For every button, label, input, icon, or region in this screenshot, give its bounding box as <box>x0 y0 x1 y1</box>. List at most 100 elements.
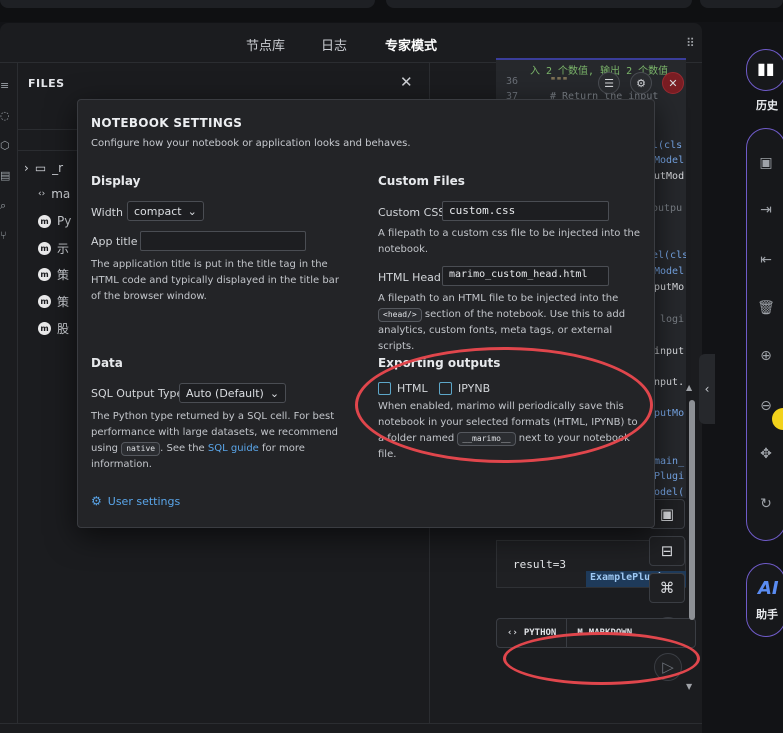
nav-expert-mode[interactable]: 专家模式 <box>385 35 437 54</box>
add-python-cell-button[interactable]: ‹› PYTHON <box>497 619 568 647</box>
file-name: Py <box>57 214 72 228</box>
code-fragment: nput. <box>654 377 685 388</box>
dialog-title: NOTEBOOK SETTINGS <box>91 116 243 130</box>
files-icon[interactable]: ≡ <box>0 79 12 92</box>
file-row[interactable]: m股 <box>38 317 69 339</box>
tools-pill <box>746 128 783 541</box>
chevron-right-icon: › <box>24 161 29 175</box>
refresh-icon[interactable]: ↻ <box>756 496 776 512</box>
file-row[interactable]: › ▭ _r <box>24 157 63 179</box>
marimo-icon: m <box>38 321 51 335</box>
files-title: FILES <box>28 77 65 90</box>
exporting-description: When enabled, marimo will periodically s… <box>378 399 644 463</box>
chevron-down-icon: ⌄ <box>269 386 280 400</box>
right-dock: ▮▮ 历史 ▣ ⇥ ⇤ 🗑 ⊕ ⊖ ✥ ↻ AI 助手 <box>720 30 783 733</box>
export-html-option[interactable]: HTML <box>378 382 428 395</box>
collapse-panel-button[interactable]: ‹ <box>699 354 715 424</box>
package-icon[interactable]: ⬡ <box>0 139 12 152</box>
data-heading: Data <box>91 356 123 370</box>
gear-icon[interactable]: ⚙ <box>630 72 652 94</box>
code-icon: ‹› <box>507 628 518 638</box>
app-title-input[interactable] <box>140 231 306 251</box>
history-label[interactable]: 历史 <box>756 97 778 113</box>
menu-icon[interactable]: ☰ <box>598 72 620 94</box>
file-row[interactable]: m Py <box>38 210 71 232</box>
scroll-down-icon[interactable]: ▼ <box>686 682 692 691</box>
width-label: Width <box>91 206 123 219</box>
sql-desc-text: . See the <box>160 443 205 454</box>
close-icon[interactable]: ✕ <box>400 73 413 91</box>
history-pill[interactable]: ▮▮ <box>746 49 783 91</box>
custom-css-input[interactable]: custom.css <box>442 201 609 221</box>
trash-icon[interactable]: 🗑 <box>756 300 776 316</box>
html-checkbox[interactable] <box>378 382 391 395</box>
top-tab-pill[interactable] <box>386 0 692 8</box>
left-rail: ≡ ◌ ⬡ ▤ ⌕ ⑂ <box>0 63 18 723</box>
html-head-input[interactable]: marimo_custom_head.html <box>442 266 609 286</box>
command-icon[interactable]: ⌘ <box>649 573 685 603</box>
native-code-tag: native <box>121 442 161 456</box>
file-name: 股 <box>57 321 70 336</box>
code-fragment: input <box>654 346 685 357</box>
chevron-down-icon: ⌄ <box>187 204 197 218</box>
file-name: ma <box>51 187 71 201</box>
top-tab-pill[interactable] <box>0 0 375 8</box>
search-icon[interactable]: ⌕ <box>0 199 12 213</box>
variables-icon[interactable]: ◌ <box>0 109 12 122</box>
code-fragment: odel( <box>654 487 685 498</box>
import-icon[interactable]: ⇤ <box>756 252 776 268</box>
notebook-settings-dialog: NOTEBOOK SETTINGS Configure how your not… <box>77 99 655 528</box>
add-markdown-label: MARKDOWN <box>588 628 633 638</box>
zoom-out-icon[interactable]: ⊖ <box>756 398 776 414</box>
add-markdown-cell-button[interactable]: M MARKDOWN <box>567 619 659 647</box>
file-row[interactable]: ‹› ma <box>38 183 70 205</box>
export-icon[interactable]: ⇥ <box>756 202 776 218</box>
dependencies-icon[interactable]: ⑂ <box>0 229 12 242</box>
code-fragment: utMod <box>654 171 685 182</box>
document-icon[interactable]: ▤ <box>0 169 12 182</box>
custom-css-label: Custom CSS <box>378 206 446 219</box>
display-heading: Display <box>91 174 141 188</box>
file-row[interactable]: m策 <box>38 290 69 312</box>
top-tab-pill[interactable] <box>700 0 783 8</box>
file-row[interactable]: m策 <box>38 263 69 285</box>
app-title-description: The application title is put in the titl… <box>91 259 339 302</box>
layout-icon[interactable]: ⊟ <box>649 536 685 566</box>
width-select[interactable]: compact ⌄ <box>127 201 204 221</box>
export-ipynb-option[interactable]: IPYNB <box>439 382 490 395</box>
sql-output-value: Auto (Default) <box>186 386 264 400</box>
dialog-subtitle: Configure how your notebook or applicati… <box>91 138 411 149</box>
top-strip <box>0 0 783 22</box>
file-row[interactable]: m示 <box>38 237 69 259</box>
gear-icon: ⚙ <box>91 494 102 508</box>
nav-node-library[interactable]: 节点库 <box>246 35 285 54</box>
code-fragment: el(cls <box>652 250 686 261</box>
move-icon[interactable]: ✥ <box>756 446 776 462</box>
zoom-in-icon[interactable]: ⊕ <box>756 348 776 364</box>
head-code-tag: <head/> <box>378 308 422 322</box>
drag-handle-icon[interactable]: ⠿ <box>686 36 695 50</box>
ai-label: AI <box>758 578 779 599</box>
sql-output-select[interactable]: Auto (Default) ⌄ <box>179 383 287 403</box>
file-name: 策 <box>57 294 70 309</box>
status-bar: ⊗ 0 ⚠ 0 ϟ ⌄ ▭ ⚙ <box>0 723 702 733</box>
code-fragment: logi <box>660 314 685 325</box>
nav-logs[interactable]: 日志 <box>321 35 347 54</box>
code-file-icon: ‹› <box>38 189 46 199</box>
markdown-icon: M <box>577 628 583 638</box>
code-fragment: Plugi <box>654 471 685 482</box>
user-settings-link[interactable]: ⚙ User settings <box>91 494 180 508</box>
run-icon[interactable]: ▷ <box>654 653 682 681</box>
save-icon[interactable]: ▣ <box>756 155 776 171</box>
bar-chart-icon: ▮▮ <box>757 59 775 78</box>
scrollbar-thumb[interactable] <box>689 400 695 620</box>
code-fragment: putMo <box>654 408 685 419</box>
ai-assistant-pill[interactable] <box>746 563 783 637</box>
html-head-description: A filepath to an HTML file to be injecte… <box>378 291 640 355</box>
close-icon[interactable]: ✕ <box>662 72 684 94</box>
ipynb-checkbox[interactable] <box>439 382 452 395</box>
ipynb-checkbox-label: IPYNB <box>458 382 491 395</box>
add-cell-bar: ‹› PYTHON M MARKDOWN <box>496 618 696 648</box>
sql-guide-link[interactable]: SQL guide <box>208 443 259 454</box>
scroll-up-icon[interactable]: ▲ <box>686 383 692 392</box>
